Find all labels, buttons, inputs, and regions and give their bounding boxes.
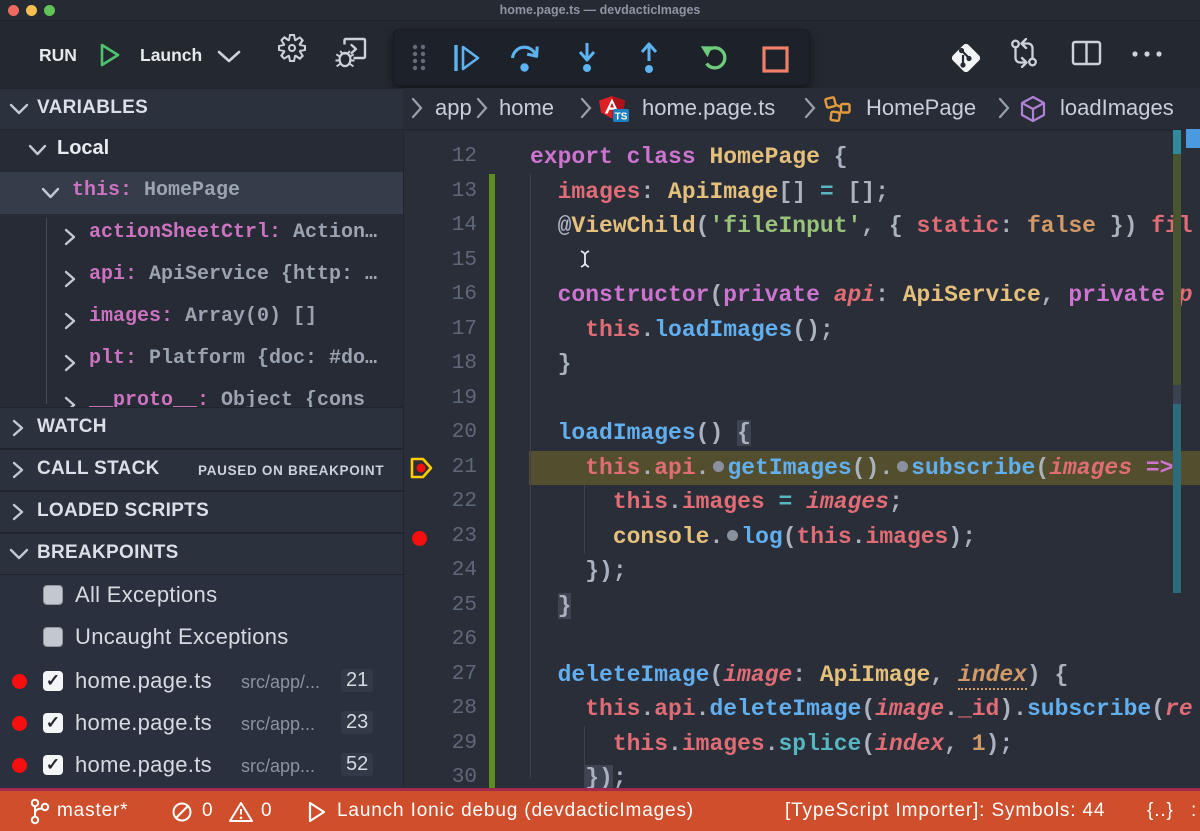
svg-text:TS: TS <box>615 112 628 123</box>
